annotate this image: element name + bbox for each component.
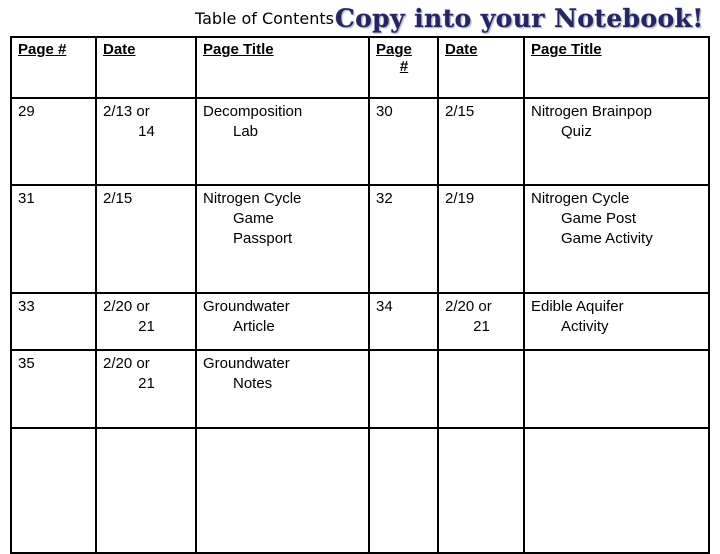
cell-title-left: Groundwater Article — [195, 292, 370, 351]
cell-date-right: 2/19 — [437, 184, 525, 294]
cell-title-left: Decomposition Lab — [195, 97, 370, 186]
cell-line: Article — [233, 317, 275, 335]
table-header: Page # Date Page Title Page # Date Page T… — [10, 36, 710, 99]
slide-canvas: Table of ContentsCopy into your Notebook… — [0, 0, 720, 554]
cell-line: 2/20 or — [103, 298, 150, 315]
cell-date-left — [95, 427, 197, 554]
column-header-label-line2: # — [399, 58, 409, 75]
table-of-contents-table: Page # Date Page Title Page # Date Page T… — [10, 36, 710, 554]
column-header-label: Page # — [18, 41, 67, 58]
cell-title-right — [523, 349, 710, 429]
cell-line: 2/13 or — [103, 103, 150, 120]
cell-line: 31 — [18, 190, 35, 207]
cell-page-left — [10, 427, 97, 554]
cell-line: 2/20 or — [103, 355, 150, 372]
cell-line: Groundwater — [203, 298, 290, 315]
column-header-label: Page Title — [531, 41, 602, 58]
table-row: 33 2/20 or 21 Groundwater Article 34 2/2… — [10, 292, 710, 351]
cell-line: 14 — [138, 122, 155, 140]
cell-line: 29 — [18, 103, 35, 120]
cell-page-right — [368, 427, 439, 554]
cell-line: 35 — [18, 355, 35, 372]
column-header-title-left: Page Title — [195, 36, 370, 99]
cell-page-left: 33 — [10, 292, 97, 351]
table-body: 29 2/13 or 14 Decomposition Lab 30 2/15 … — [10, 97, 710, 554]
column-header-label: Page # — [376, 41, 432, 75]
cell-date-left: 2/20 or 21 — [95, 292, 197, 351]
cell-page-left: 35 — [10, 349, 97, 429]
cell-line: Passport — [233, 229, 293, 247]
cell-page-right — [368, 349, 439, 429]
cell-page-left: 29 — [10, 97, 97, 186]
table-row: 29 2/13 or 14 Decomposition Lab 30 2/15 … — [10, 97, 710, 186]
cell-line: Nitrogen Cycle — [203, 190, 302, 207]
cell-page-left: 31 — [10, 184, 97, 294]
wordart-callout: Copy into your Notebook! — [334, 4, 704, 34]
cell-line: 30 — [376, 103, 393, 120]
column-header-date-right: Date — [437, 36, 525, 99]
cell-date-left: 2/20 or 21 — [95, 349, 197, 429]
cell-page-right: 32 — [368, 184, 439, 294]
cell-date-right — [437, 427, 525, 554]
column-header-title-right: Page Title — [523, 36, 710, 99]
cell-line: Lab — [233, 122, 259, 140]
cell-title-right: Nitrogen Brainpop Quiz — [523, 97, 710, 186]
column-header-label: Page Title — [203, 41, 274, 58]
cell-date-right — [437, 349, 525, 429]
table-row: 31 2/15 Nitrogen Cycle Game Passport 32 … — [10, 184, 710, 294]
table-row — [10, 427, 710, 554]
cell-line: 21 — [473, 317, 490, 335]
column-header-page-right: Page # — [368, 36, 439, 99]
page-title: Table of Contents — [195, 9, 334, 28]
table-header-row: Page # Date Page Title Page # Date Page T… — [10, 36, 710, 99]
cell-title-left: Groundwater Notes — [195, 349, 370, 429]
cell-line: Decomposition — [203, 103, 303, 120]
cell-line: 2/19 — [445, 190, 475, 207]
slide-title-area: Table of ContentsCopy into your Notebook… — [195, 4, 720, 36]
cell-line: 21 — [138, 374, 155, 392]
cell-line: Notes — [233, 374, 273, 392]
cell-page-right: 34 — [368, 292, 439, 351]
cell-line: Game Post — [561, 209, 637, 227]
column-header-label: Date — [445, 41, 478, 58]
cell-line: 33 — [18, 298, 35, 315]
cell-line: Activity — [561, 317, 609, 335]
column-header-label-line1: Page — [376, 41, 412, 58]
cell-line: Quiz — [561, 122, 592, 140]
cell-date-right: 2/20 or 21 — [437, 292, 525, 351]
cell-title-right: Edible Aquifer Activity — [523, 292, 710, 351]
cell-line: Edible Aquifer — [531, 298, 624, 315]
cell-title-left — [195, 427, 370, 554]
cell-date-right: 2/15 — [437, 97, 525, 186]
column-header-date-left: Date — [95, 36, 197, 99]
table-row: 35 2/20 or 21 Groundwater Notes — [10, 349, 710, 429]
cell-date-left: 2/15 — [95, 184, 197, 294]
cell-line: 34 — [376, 298, 393, 315]
cell-line: Nitrogen Cycle — [531, 190, 630, 207]
column-header-page-left: Page # — [10, 36, 97, 99]
cell-line: 32 — [376, 190, 393, 207]
cell-title-left: Nitrogen Cycle Game Passport — [195, 184, 370, 294]
cell-line: Groundwater — [203, 355, 290, 372]
cell-page-right: 30 — [368, 97, 439, 186]
cell-line: 2/20 or — [445, 298, 492, 315]
cell-title-right — [523, 427, 710, 554]
cell-line: 2/15 — [103, 190, 133, 207]
column-header-label: Date — [103, 41, 136, 58]
cell-line: Nitrogen Brainpop — [531, 103, 652, 120]
cell-title-right: Nitrogen Cycle Game Post Game Activity — [523, 184, 710, 294]
cell-line: Game Activity — [561, 229, 653, 247]
cell-line: Game — [233, 209, 274, 227]
cell-line: 2/15 — [445, 103, 475, 120]
cell-line: 21 — [138, 317, 155, 335]
cell-date-left: 2/13 or 14 — [95, 97, 197, 186]
